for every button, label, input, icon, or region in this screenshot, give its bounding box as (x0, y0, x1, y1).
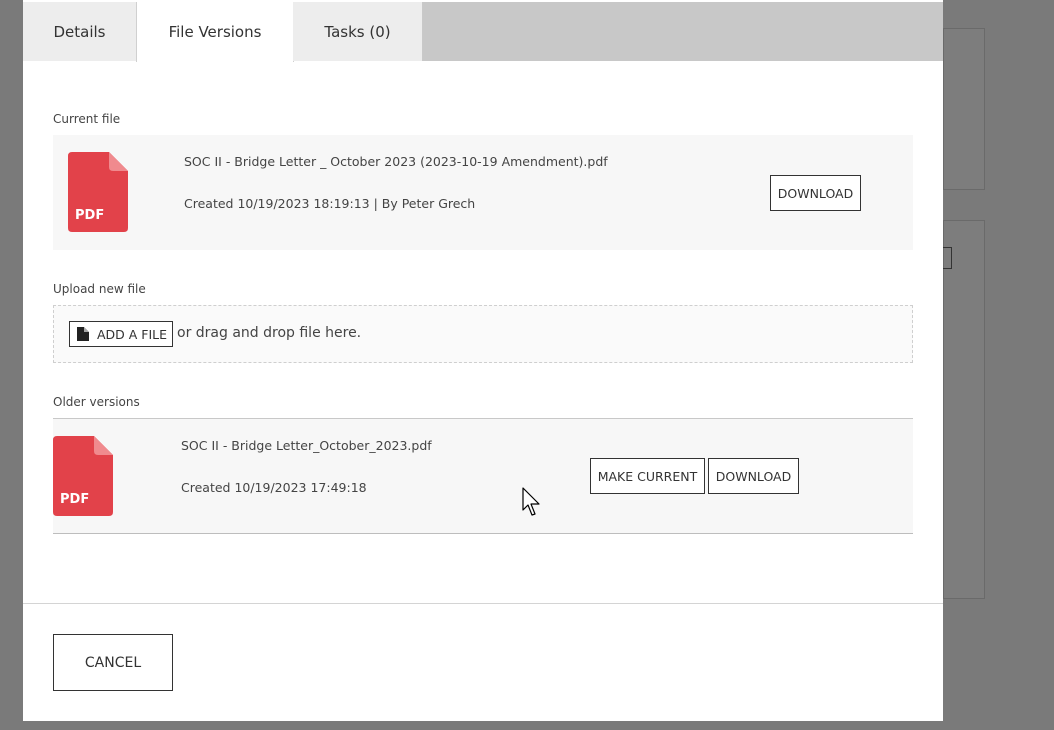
cancel-button[interactable]: CANCEL (53, 634, 173, 691)
current-file-name: SOC II - Bridge Letter _ October 2023 (2… (184, 154, 608, 169)
drop-hint-text: or drag and drop file here. (177, 325, 362, 341)
pdf-file-icon: PDF (68, 152, 128, 232)
current-file-created: Created 10/19/2023 18:19:13 | By Peter G… (184, 196, 476, 211)
mouse-cursor-icon (522, 487, 540, 516)
download-button[interactable]: DOWNLOAD (770, 175, 861, 211)
upload-new-file-label: Upload new file (53, 282, 146, 296)
older-version-row: PDF SOC II - Bridge Letter_October_2023.… (53, 419, 913, 533)
older-file-created: Created 10/19/2023 17:49:18 (181, 480, 367, 495)
tab-tasks[interactable]: Tasks (0) (293, 2, 423, 61)
add-a-file-button[interactable]: ADD A FILE (69, 321, 173, 347)
add-a-file-label: ADD A FILE (97, 326, 168, 342)
file-icon (77, 327, 89, 341)
footer-divider (23, 603, 943, 604)
older-file-name: SOC II - Bridge Letter_October_2023.pdf (181, 438, 432, 453)
pdf-icon-label: PDF (60, 492, 89, 507)
background-checkbox (943, 247, 952, 269)
current-file-card: PDF SOC II - Bridge Letter _ October 202… (53, 135, 913, 250)
older-versions-label: Older versions (53, 395, 140, 409)
pdf-icon-label: PDF (75, 208, 104, 223)
make-current-button[interactable]: MAKE CURRENT (590, 458, 705, 494)
tab-bar: Details File Versions Tasks (0) (23, 2, 943, 62)
pdf-file-icon: PDF (53, 436, 113, 516)
background-panel (943, 28, 985, 190)
download-button[interactable]: DOWNLOAD (708, 458, 799, 494)
current-file-label: Current file (53, 112, 121, 126)
file-versions-modal: Details File Versions Tasks (0) Current … (23, 0, 943, 721)
file-drop-zone[interactable]: ADD A FILE or drag and drop file here. (53, 305, 913, 363)
divider (53, 533, 913, 534)
tab-details[interactable]: Details (23, 2, 137, 61)
tab-file-versions[interactable]: File Versions (136, 2, 294, 62)
background-panel (943, 220, 985, 599)
